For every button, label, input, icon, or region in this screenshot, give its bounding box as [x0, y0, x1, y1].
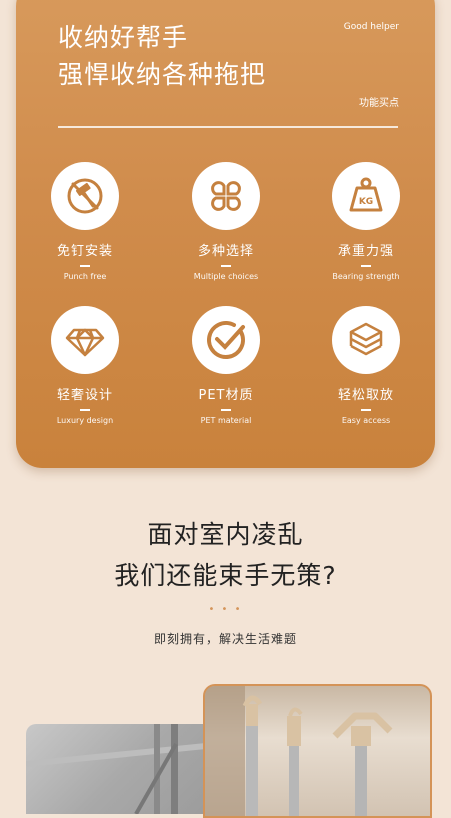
feature-subtitle: Luxury design	[56, 415, 114, 425]
card-title-line1: 收纳好帮手	[58, 23, 189, 52]
feature-title: PET材质	[198, 388, 254, 403]
feature-luxury-design: 轻奢设计 Luxury design	[25, 306, 145, 425]
feature-dash	[221, 409, 231, 411]
no-hammer-icon	[51, 162, 119, 230]
headline-line1: 面对室内凌乱	[147, 520, 304, 549]
feature-title: 免钉安装	[56, 244, 113, 259]
feature-title: 承重力强	[337, 244, 394, 259]
feature-subtitle: PET material	[200, 415, 252, 425]
feature-punch-free: 免钉安装 Punch free	[25, 162, 145, 281]
headline-line2: 我们还能束手无策?	[114, 561, 337, 590]
selling-points-label: 功能买点	[359, 98, 399, 109]
layers-icon	[332, 306, 400, 374]
product-photo-left	[26, 724, 226, 814]
feature-pet-material: PET材质 PET material	[166, 306, 286, 425]
card-divider	[58, 126, 398, 128]
product-photo-right	[203, 684, 432, 818]
card-title-line2: 强悍收纳各种拖把	[58, 60, 267, 89]
feature-title: 轻奢设计	[56, 388, 113, 403]
decorative-dots: • • •	[208, 604, 243, 615]
svg-text:KG: KG	[359, 197, 373, 207]
diamond-icon	[51, 306, 119, 374]
feature-bearing-strength: KG 承重力强 Bearing strength	[306, 162, 426, 281]
feature-dash	[221, 265, 231, 267]
feature-title: 轻松取放	[337, 388, 394, 403]
feature-dash	[80, 409, 90, 411]
feature-subtitle: Multiple choices	[193, 271, 259, 281]
feature-subtitle: Punch free	[63, 271, 107, 281]
feature-dash	[361, 409, 371, 411]
four-petal-icon	[192, 162, 260, 230]
feature-multiple-choices: 多种选择 Multiple choices	[166, 162, 286, 281]
feature-easy-access: 轻松取放 Easy access	[306, 306, 426, 425]
feature-dash	[80, 265, 90, 267]
headline-subtitle: 即刻拥有，解决生活难题	[153, 632, 297, 646]
checkmark-icon	[192, 306, 260, 374]
good-helper-label: Good helper	[343, 22, 399, 32]
feature-subtitle: Bearing strength	[332, 271, 400, 281]
kg-weight-icon: KG	[332, 162, 400, 230]
feature-dash	[361, 265, 371, 267]
feature-subtitle: Easy access	[341, 415, 391, 425]
feature-title: 多种选择	[197, 244, 254, 259]
